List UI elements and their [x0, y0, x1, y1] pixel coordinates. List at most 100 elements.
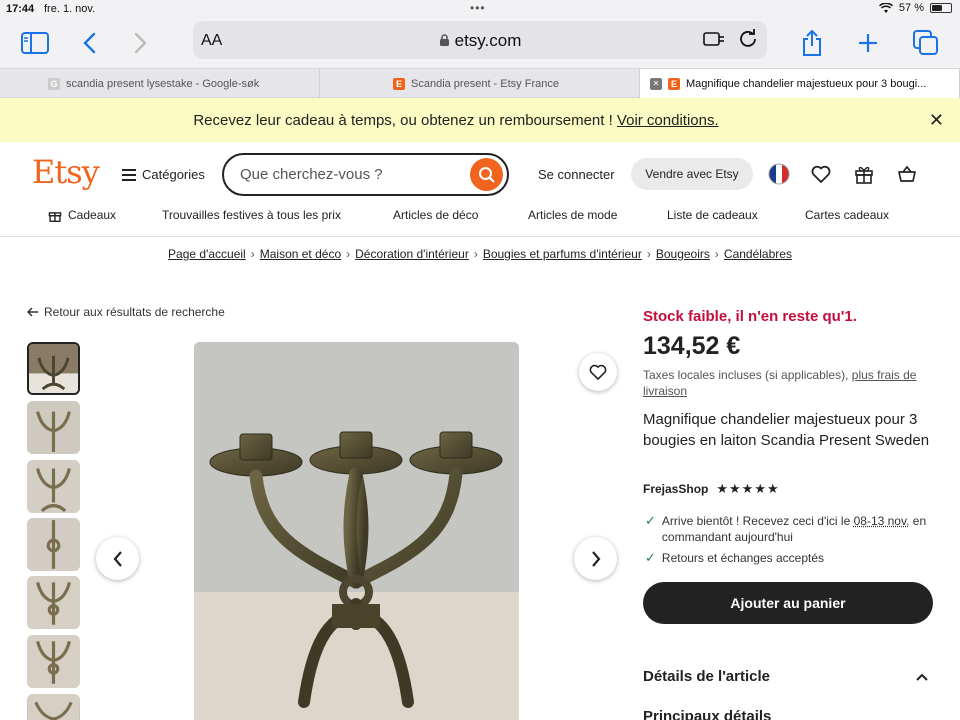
battery-percent: 57 %: [898, 2, 924, 14]
breadcrumb: Page d'accueil › Maison et déco › Décoration…: [0, 247, 960, 261]
banner-message: Recevez leur cadeau à temps, ou obtenez …: [193, 112, 617, 129]
tab-active-product[interactable]: ✕ E Magnifique chandelier majestueux pou…: [640, 69, 960, 98]
reload-icon[interactable]: [738, 29, 758, 54]
thumbnail-image[interactable]: [27, 460, 80, 513]
url-text: etsy.com: [193, 31, 767, 51]
nav-label: Trouvailles festives à tous les prix: [162, 208, 341, 222]
banner-close-icon[interactable]: ✕: [929, 110, 944, 131]
breadcrumb-item[interactable]: Candélabres: [724, 247, 792, 261]
returns-info: ✓ Retours et échanges acceptés: [645, 550, 824, 566]
tab-label: scandia present lysestake - Google-søk: [66, 77, 260, 90]
nav-liste-cadeaux[interactable]: Liste de cadeaux: [667, 208, 758, 222]
candelabra-photo: [194, 342, 519, 720]
checkmark-icon: ✓: [645, 513, 656, 528]
search-input[interactable]: Que cherchez-vous ?: [240, 166, 383, 183]
delivery-text: Arrive bientôt ! Recevez ceci d'ici le 0…: [662, 513, 935, 545]
tab-label: Scandia present - Etsy France: [411, 77, 559, 90]
product-title: Magnifique chandelier majestueux pour 3 …: [643, 411, 930, 449]
add-to-cart-button[interactable]: Ajouter au panier: [643, 582, 933, 624]
multitask-dots-icon[interactable]: •••: [470, 1, 486, 15]
key-details-heading: Principaux détails: [643, 708, 772, 720]
nav-label: Cartes cadeaux: [805, 208, 890, 222]
tab-google[interactable]: G scandia present lysestake - Google-søk: [0, 69, 320, 98]
hamburger-icon: [122, 168, 136, 181]
france-flag-icon[interactable]: [767, 162, 791, 186]
new-tab-icon[interactable]: [853, 28, 883, 58]
heart-icon: [589, 364, 607, 380]
status-right: 57 %: [878, 2, 952, 14]
address-bar[interactable]: AA etsy.com: [193, 21, 767, 59]
checkmark-icon: ✓: [645, 550, 656, 565]
nav-deco[interactable]: Articles de déco: [393, 208, 478, 222]
thumbnail-image[interactable]: [27, 401, 80, 454]
delivery-date[interactable]: 08-13 nov.: [854, 514, 910, 528]
thumbnail-image[interactable]: [27, 518, 80, 571]
back-icon[interactable]: [75, 28, 105, 58]
forward-icon[interactable]: [125, 28, 155, 58]
chevron-up-icon: [916, 673, 928, 681]
thumbnail-image[interactable]: [27, 694, 80, 720]
lock-icon: [439, 34, 449, 46]
etsy-favicon-icon: E: [668, 77, 680, 90]
nav-mode[interactable]: Articles de mode: [528, 208, 617, 222]
breadcrumb-item[interactable]: Maison et déco: [260, 247, 341, 261]
promo-banner: Recevez leur cadeau à temps, ou obtenez …: [0, 98, 960, 142]
search-icon: [478, 166, 495, 183]
breadcrumb-item[interactable]: Page d'accueil: [168, 247, 246, 261]
status-time: 17:44: [6, 3, 35, 15]
search-button[interactable]: [470, 158, 503, 191]
product-price: 134,52 €: [643, 332, 741, 360]
status-date: fre. 1. nov.: [44, 3, 96, 15]
gift-icon[interactable]: [852, 162, 876, 186]
back-to-results-link[interactable]: Retour aux résultats de recherche: [27, 305, 225, 319]
shop-name-link[interactable]: FrejasShop: [643, 482, 708, 496]
sidebar-icon[interactable]: [20, 28, 50, 58]
search-box[interactable]: Que cherchez-vous ?: [222, 153, 509, 196]
tax-notice: Taxes locales incluses (si applicables),…: [643, 367, 943, 399]
favorites-heart-icon[interactable]: [809, 162, 833, 186]
nav-label: Articles de déco: [393, 208, 479, 222]
categories-button[interactable]: Catégories: [122, 167, 205, 182]
nav-label: Liste de cadeaux: [667, 208, 758, 222]
battery-icon: [930, 3, 952, 13]
breadcrumb-item[interactable]: Bougies et parfums d'intérieur: [483, 247, 642, 261]
thumbnail-image[interactable]: [27, 576, 80, 629]
cart-basket-icon[interactable]: [895, 162, 919, 186]
rating-stars-icon[interactable]: ★★★★★: [716, 481, 779, 497]
breadcrumb-item[interactable]: Bougeoirs: [656, 247, 710, 261]
etsy-logo[interactable]: Etsy: [32, 153, 100, 191]
thumbnail-image[interactable]: [27, 342, 80, 395]
gift-icon: [48, 212, 62, 222]
next-image-button[interactable]: [574, 537, 617, 580]
item-details-toggle[interactable]: Détails de l'article: [643, 668, 933, 685]
chevron-right-icon: ›: [646, 247, 651, 261]
nav-cartes-cadeaux[interactable]: Cartes cadeaux: [805, 208, 889, 222]
tab-etsy-france[interactable]: E Scandia present - Etsy France: [320, 69, 640, 98]
category-nav: Cadeaux Trouvailles festives à tous les …: [0, 205, 960, 237]
nav-label: Articles de mode: [528, 208, 618, 222]
product-main-image[interactable]: [194, 342, 519, 720]
chevron-right-icon: [591, 550, 600, 567]
banner-text: Recevez leur cadeau à temps, ou obtenez …: [0, 112, 912, 129]
tabs-overview-icon[interactable]: [911, 28, 941, 58]
breadcrumb-item[interactable]: Décoration d'intérieur: [355, 247, 469, 261]
returns-text: Retours et échanges acceptés: [661, 551, 825, 565]
signin-link[interactable]: Se connecter: [538, 167, 615, 182]
nav-trouvailles[interactable]: Trouvailles festives à tous les prix: [162, 208, 341, 222]
nav-cadeaux[interactable]: Cadeaux: [48, 208, 116, 222]
close-tab-icon[interactable]: ✕: [650, 77, 662, 90]
thumbnail-image[interactable]: [27, 635, 80, 688]
share-icon[interactable]: [797, 28, 827, 58]
extension-icon[interactable]: [703, 30, 725, 53]
categories-label: Catégories: [142, 167, 205, 182]
arrow-left-icon: [27, 307, 38, 317]
tab-label: Magnifique chandelier majestueux pour 3 …: [686, 77, 927, 90]
banner-conditions-link[interactable]: Voir conditions.: [617, 112, 719, 129]
favorite-button[interactable]: [579, 353, 617, 391]
sell-button[interactable]: Vendre avec Etsy: [631, 158, 753, 190]
details-label: Détails de l'article: [643, 668, 770, 685]
tab-bar: G scandia present lysestake - Google-søk…: [0, 68, 960, 98]
previous-image-button[interactable]: [96, 537, 139, 580]
browser-toolbar: AA etsy.com: [0, 18, 960, 68]
back-label: Retour aux résultats de recherche: [44, 305, 225, 319]
